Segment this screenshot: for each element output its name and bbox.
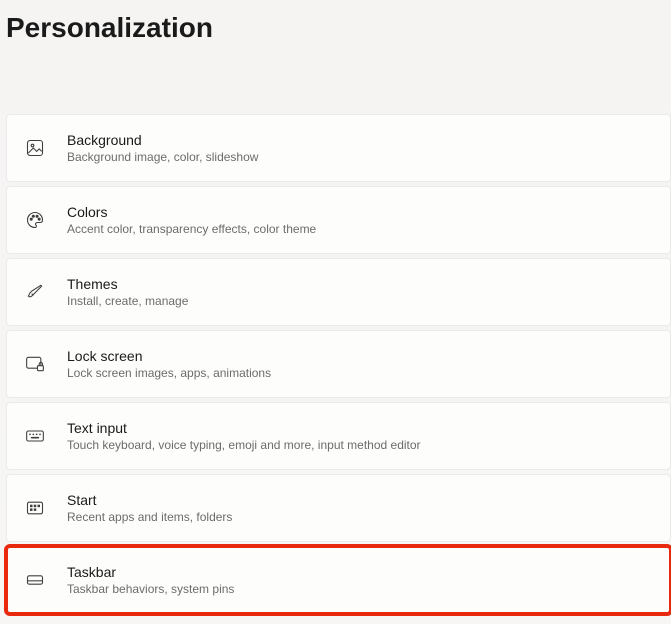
setting-title: Background bbox=[67, 132, 258, 148]
setting-title: Lock screen bbox=[67, 348, 271, 364]
brush-icon bbox=[23, 280, 47, 304]
settings-list: Background Background image, color, slid… bbox=[0, 114, 671, 614]
setting-subtitle: Accent color, transparency effects, colo… bbox=[67, 222, 316, 236]
setting-subtitle: Background image, color, slideshow bbox=[67, 150, 258, 164]
setting-subtitle: Touch keyboard, voice typing, emoji and … bbox=[67, 438, 421, 452]
setting-item-taskbar[interactable]: Taskbar Taskbar behaviors, system pins bbox=[6, 546, 671, 614]
setting-title: Taskbar bbox=[67, 564, 234, 580]
setting-subtitle: Recent apps and items, folders bbox=[67, 510, 232, 524]
taskbar-icon bbox=[23, 568, 47, 592]
keyboard-icon bbox=[23, 424, 47, 448]
setting-title: Text input bbox=[67, 420, 421, 436]
monitor-lock-icon bbox=[23, 352, 47, 376]
setting-text: Themes Install, create, manage bbox=[67, 276, 188, 308]
setting-text: Colors Accent color, transparency effect… bbox=[67, 204, 316, 236]
setting-title: Themes bbox=[67, 276, 188, 292]
image-icon bbox=[23, 136, 47, 160]
setting-text: Background Background image, color, slid… bbox=[67, 132, 258, 164]
setting-item-background[interactable]: Background Background image, color, slid… bbox=[6, 114, 671, 182]
setting-text: Taskbar Taskbar behaviors, system pins bbox=[67, 564, 234, 596]
palette-icon bbox=[23, 208, 47, 232]
start-grid-icon bbox=[23, 496, 47, 520]
setting-subtitle: Install, create, manage bbox=[67, 294, 188, 308]
setting-item-textinput[interactable]: Text input Touch keyboard, voice typing,… bbox=[6, 402, 671, 470]
setting-item-lockscreen[interactable]: Lock screen Lock screen images, apps, an… bbox=[6, 330, 671, 398]
setting-title: Colors bbox=[67, 204, 316, 220]
setting-item-themes[interactable]: Themes Install, create, manage bbox=[6, 258, 671, 326]
page-title: Personalization bbox=[0, 0, 671, 44]
setting-subtitle: Lock screen images, apps, animations bbox=[67, 366, 271, 380]
setting-text: Start Recent apps and items, folders bbox=[67, 492, 232, 524]
setting-text: Lock screen Lock screen images, apps, an… bbox=[67, 348, 271, 380]
setting-title: Start bbox=[67, 492, 232, 508]
setting-subtitle: Taskbar behaviors, system pins bbox=[67, 582, 234, 596]
setting-item-colors[interactable]: Colors Accent color, transparency effect… bbox=[6, 186, 671, 254]
setting-text: Text input Touch keyboard, voice typing,… bbox=[67, 420, 421, 452]
setting-item-start[interactable]: Start Recent apps and items, folders bbox=[6, 474, 671, 542]
